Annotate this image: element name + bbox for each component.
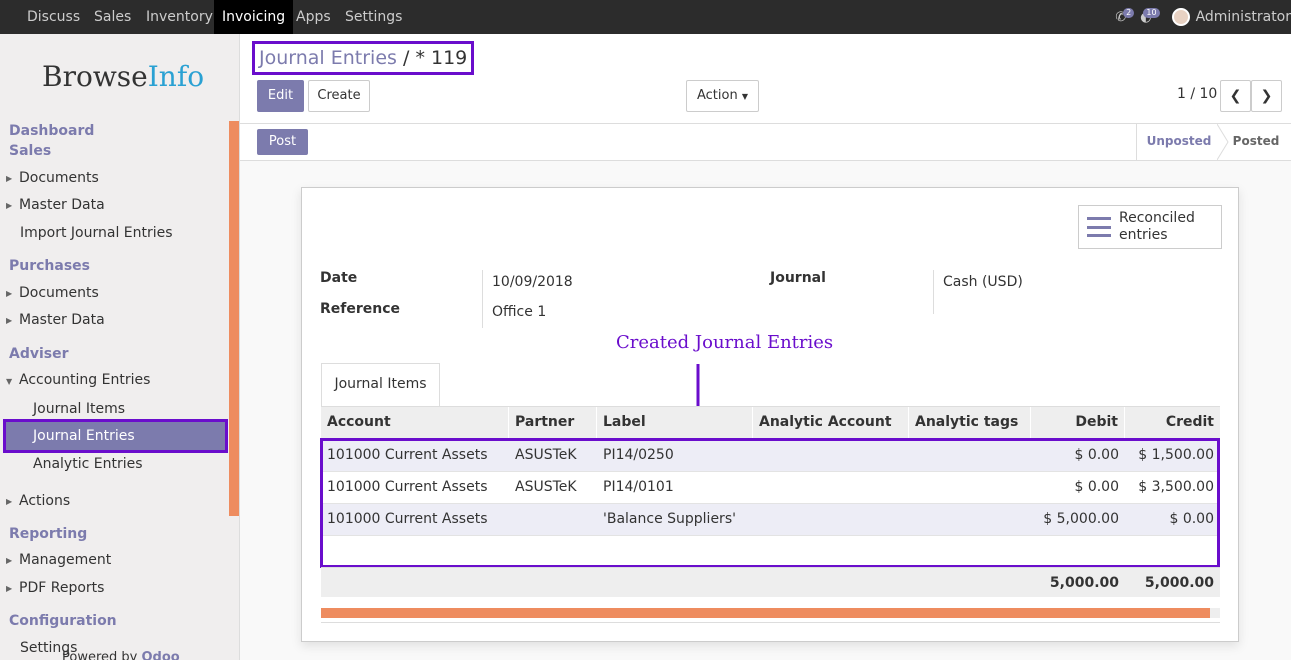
table-footer: 5,000.00 5,000.00 [321,567,1220,597]
column-header-account[interactable]: Account [321,407,509,439]
reconciled-entries-button[interactable]: Reconciled entries [1078,205,1222,249]
annotation-text: Created Journal Entries [616,332,834,353]
list-icon [1087,217,1111,237]
sidebar-section-purchases: Purchases [9,258,91,274]
sidebar-item-label: Journal Entries [33,428,135,444]
breadcrumb-current: * 119 [415,47,468,69]
journal-label: Journal [770,270,826,286]
reference-value: Office 1 [492,304,547,320]
control-panel: Journal Entries / * 119 Edit Create Acti… [240,34,1291,124]
breadcrumb-separator: / [402,47,410,69]
sidebar-item-sales-documents[interactable]: Documents [19,170,99,186]
divider [321,622,1220,623]
caret-down-icon: ▼ [6,377,13,386]
stage-posted[interactable]: Posted [1221,124,1291,160]
menu-inventory[interactable]: Inventory [140,0,219,34]
company-logo: BrowseInfo [42,60,205,93]
activity-icon[interactable]: ◐10 [1140,7,1160,25]
caret-right-icon: ▶ [6,316,13,325]
chevron-left-icon: ❮ [1229,88,1242,104]
sidebar-item-journal-entries[interactable]: Journal Entries [3,419,228,453]
caret-right-icon: ▶ [6,174,13,183]
sidebar-section-configuration: Configuration [9,613,117,629]
odoo-link[interactable]: Odoo [141,650,179,660]
post-button[interactable]: Post [257,129,308,155]
action-dropdown[interactable]: Action ▼ [686,80,759,112]
chevron-right-icon: ❯ [1260,88,1273,104]
column-header-analytic-account[interactable]: Analytic Account [753,407,909,439]
sidebar-dashboard[interactable]: Dashboard [9,123,94,139]
top-navbar: Discuss Sales Inventory Invoicing Apps S… [0,0,1291,34]
journal-value: Cash (USD) [943,274,1023,290]
sidebar-item-actions[interactable]: Actions [19,493,70,509]
caret-right-icon: ▶ [6,584,13,593]
caret-right-icon: ▶ [6,556,13,565]
sidebar-section-adviser: Adviser [9,346,69,362]
caret-right-icon: ▶ [6,497,13,506]
menu-discuss[interactable]: Discuss [21,0,86,34]
activity-badge: 10 [1143,7,1160,18]
sidebar-section-sales: Sales [9,143,52,159]
form-sheet: Reconciled entries Date 10/09/2018 Refer… [301,187,1239,642]
menu-settings[interactable]: Settings [339,0,408,34]
sidebar-item-journal-items[interactable]: Journal Items [33,401,125,417]
caret-right-icon: ▶ [6,201,13,210]
sidebar-item-purchases-documents[interactable]: Documents [19,285,99,301]
form-content: Reconciled entries Date 10/09/2018 Refer… [240,161,1291,660]
column-header-partner[interactable]: Partner [509,407,597,439]
avatar[interactable] [1171,8,1190,26]
sidebar-item-import-journal-entries[interactable]: Import Journal Entries [20,225,173,241]
create-button[interactable]: Create [308,80,370,112]
breadcrumb-journal-entries[interactable]: Journal Entries [259,47,397,69]
field-divider [482,270,483,328]
reconciled-entries-label: Reconciled entries [1119,210,1195,243]
menu-apps[interactable]: Apps [290,0,337,34]
total-credit: 5,000.00 [1144,575,1214,591]
pager-previous-button[interactable]: ❮ [1220,80,1251,112]
powered-by: Powered by Odoo [62,650,180,660]
reference-label: Reference [320,301,401,317]
edit-button[interactable]: Edit [257,80,304,112]
date-label: Date [320,270,358,286]
caret-down-icon: ▼ [741,92,748,101]
sidebar-item-pdf-reports[interactable]: PDF Reports [19,580,104,596]
tab-journal-items[interactable]: Journal Items [321,363,440,406]
column-header-credit[interactable]: Credit [1125,407,1220,439]
sidebar-item-management[interactable]: Management [19,552,111,568]
field-divider [933,270,934,314]
sidebar-item-analytic-entries[interactable]: Analytic Entries [33,456,143,472]
chat-badge: 2 [1123,7,1135,18]
column-header-analytic-tags[interactable]: Analytic tags [909,407,1031,439]
table-horizontal-scrollbar[interactable] [321,608,1220,618]
sidebar-item-purchases-master-data[interactable]: Master Data [19,312,105,328]
column-header-debit[interactable]: Debit [1031,407,1125,439]
total-debit: 5,000.00 [1049,575,1119,591]
breadcrumb: Journal Entries / * 119 [252,41,475,75]
highlight-box [320,438,1220,568]
column-header-label[interactable]: Label [597,407,753,439]
menu-sales[interactable]: Sales [88,0,137,34]
action-label: Action [696,88,738,103]
chat-icon[interactable]: ✆ 2 [1115,7,1135,25]
sidebar-item-accounting-entries[interactable]: Accounting Entries [19,372,150,388]
sidebar-scrollbar[interactable] [229,121,239,516]
date-value: 10/09/2018 [492,274,573,290]
stage-unposted[interactable]: Unposted [1136,124,1221,160]
table-header: Account Partner Label Analytic Account A… [321,406,1220,439]
status-bar: Post Unposted Posted [240,124,1291,161]
user-menu[interactable]: Administrator [1196,9,1291,25]
pager-next-button[interactable]: ❯ [1251,80,1282,112]
menu-invoicing[interactable]: Invoicing [214,0,294,34]
sidebar-section-reporting: Reporting [9,526,88,542]
caret-right-icon: ▶ [6,289,13,298]
sidebar: BrowseInfo Dashboard Sales ▶ Documents ▶… [0,34,240,660]
sidebar-item-sales-master-data[interactable]: Master Data [19,197,105,213]
pager-value: 1 / 10 [1177,86,1218,102]
